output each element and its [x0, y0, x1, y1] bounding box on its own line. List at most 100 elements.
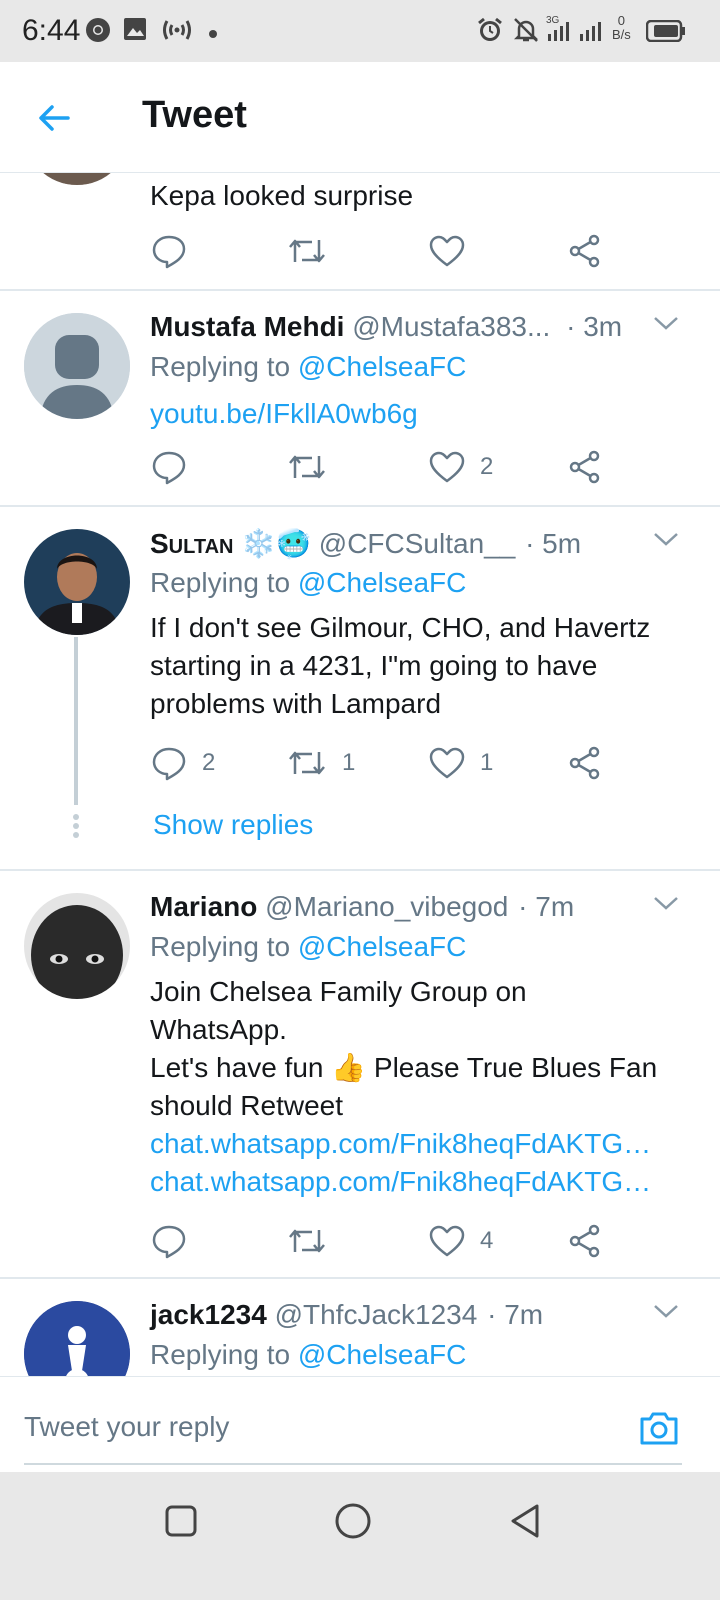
- retweet-count: 1: [342, 749, 356, 776]
- heart-icon: [429, 235, 465, 267]
- tweet-item[interactable]: jack1234 @ThfcJack1234 · 7m Replying to …: [0, 1279, 720, 1376]
- tweet-time: · 7m: [487, 1299, 544, 1330]
- user-name[interactable]: Sultan: [150, 528, 233, 559]
- tweet-item[interactable]: Mustafa Mehdi @Mustafa383... · 3m Replyi…: [0, 291, 720, 507]
- like-button[interactable]: [428, 231, 466, 271]
- share-button[interactable]: [566, 743, 604, 783]
- heart-icon: [429, 747, 465, 779]
- chevron-down-icon[interactable]: [652, 893, 680, 918]
- like-button[interactable]: 4: [428, 1221, 493, 1261]
- retweet-icon: [289, 239, 325, 263]
- tweet-link[interactable]: chat.whatsapp.com/Fnik8heqFdAKTG…: [150, 1125, 690, 1163]
- alarm-icon: [476, 16, 504, 49]
- tweet-header: Mustafa Mehdi @Mustafa383... · 3m: [150, 311, 622, 343]
- name-emoji: ❄️🥶: [241, 528, 311, 559]
- chevron-down-icon[interactable]: [652, 1301, 680, 1326]
- reply-icon: [152, 451, 186, 485]
- avatar[interactable]: [24, 313, 130, 419]
- reply-button[interactable]: [150, 231, 188, 271]
- tweet-actions: [150, 231, 620, 271]
- recents-icon[interactable]: [164, 1504, 198, 1543]
- like-button[interactable]: 1: [428, 743, 493, 783]
- mention-link[interactable]: @ChelseaFC: [298, 567, 466, 598]
- chevron-down-icon[interactable]: [652, 313, 680, 338]
- camera-icon[interactable]: [638, 1409, 680, 1452]
- mention-link[interactable]: @ChelseaFC: [298, 351, 466, 382]
- user-handle[interactable]: @CFCSultan__: [319, 528, 516, 559]
- avatar[interactable]: [24, 893, 130, 999]
- avatar[interactable]: [24, 1301, 130, 1376]
- tweet-time: · 3m: [566, 311, 623, 342]
- tweet-text-line: starting in a 4231, I"m going to have: [150, 650, 598, 681]
- show-replies-link[interactable]: Show replies: [153, 809, 313, 841]
- net-speed: 0 B/s: [612, 14, 631, 42]
- tweet-item[interactable]: Mariano @Mariano_vibegod · 7m Replying t…: [0, 871, 720, 1279]
- reply-icon: [152, 1225, 186, 1259]
- tweet-link[interactable]: youtu.be/IFkllA0wb6g: [150, 398, 418, 429]
- tweet-item[interactable]: Kepa looked surprise: [0, 173, 720, 291]
- share-button[interactable]: [566, 1221, 604, 1261]
- tweet-text-line: should Retweet: [150, 1090, 344, 1121]
- tweet-text: Kepa looked surprise: [150, 180, 414, 211]
- system-nav-bar: [0, 1472, 720, 1600]
- tweet-text-line: Let's have fun 👍 Please True Blues Fan: [150, 1049, 690, 1087]
- retweet-button[interactable]: [286, 231, 328, 271]
- back-arrow-icon[interactable]: [34, 98, 74, 143]
- reply-button[interactable]: [150, 1221, 188, 1261]
- avatar[interactable]: [24, 529, 130, 635]
- retweet-button[interactable]: 1: [286, 743, 355, 783]
- replying-prefix: Replying to: [150, 567, 298, 598]
- mute-icon: [512, 16, 540, 49]
- dot-icon: [208, 26, 218, 44]
- share-icon: [569, 234, 600, 268]
- reply-button[interactable]: 2: [150, 743, 215, 783]
- user-handle[interactable]: @Mariano_vibegod: [265, 891, 508, 922]
- reply-button[interactable]: [150, 447, 188, 487]
- net-speed-value: 0: [617, 13, 626, 28]
- retweet-button[interactable]: [286, 1221, 328, 1261]
- chevron-down-icon[interactable]: [652, 529, 680, 554]
- thumbs-up-emoji: 👍: [331, 1052, 367, 1083]
- avatar[interactable]: [24, 173, 130, 185]
- back-icon[interactable]: [508, 1502, 542, 1545]
- replying-prefix: Replying to: [150, 1339, 298, 1370]
- thread-line: [74, 637, 78, 805]
- retweet-button[interactable]: [286, 447, 328, 487]
- tweet-item[interactable]: Sultan ❄️🥶 @CFCSultan__ · 5m Replying to…: [0, 507, 720, 871]
- replying-to: Replying to @ChelseaFC: [150, 351, 466, 383]
- replying-prefix: Replying to: [150, 351, 298, 382]
- tweet-text: Join Chelsea Family Group on WhatsApp. L…: [150, 973, 690, 1201]
- wireless-icon: [160, 16, 194, 49]
- replying-to: Replying to @ChelseaFC: [150, 1339, 466, 1371]
- tweet-text-segment: Please True Blues Fan: [366, 1052, 658, 1083]
- tweet-link[interactable]: chat.whatsapp.com/Fnik8heqFdAKTG…: [150, 1163, 690, 1201]
- tweet-header: Sultan ❄️🥶 @CFCSultan__ · 5m: [150, 527, 581, 560]
- tweet-feed[interactable]: Kepa looked surprise Mustafa Mehdi @Must…: [0, 173, 720, 1376]
- input-underline: [24, 1463, 682, 1465]
- reply-composer[interactable]: Tweet your reply: [0, 1376, 720, 1473]
- tweet-actions: 2 1 1: [150, 743, 620, 783]
- share-button[interactable]: [566, 447, 604, 487]
- tweet-text: If I don't see Gilmour, CHO, and Havertz…: [150, 609, 690, 723]
- mention-link[interactable]: @ChelseaFC: [298, 1339, 466, 1370]
- user-name[interactable]: Mariano: [150, 891, 257, 922]
- home-icon[interactable]: [334, 1502, 372, 1545]
- user-name[interactable]: jack1234: [150, 1299, 267, 1330]
- user-handle[interactable]: @ThfcJack1234: [275, 1299, 478, 1330]
- more-dots-icon: [72, 813, 80, 844]
- tweet-text-line: WhatsApp.: [150, 1014, 287, 1045]
- replying-to: Replying to @ChelseaFC: [150, 931, 466, 963]
- reply-input[interactable]: Tweet your reply: [24, 1411, 229, 1443]
- battery-icon: [645, 19, 686, 47]
- user-handle[interactable]: @Mustafa383...: [352, 311, 550, 342]
- retweet-icon: [289, 751, 325, 775]
- app-header: Tweet: [0, 62, 720, 173]
- like-button[interactable]: 2: [428, 447, 493, 487]
- user-name[interactable]: Mustafa Mehdi: [150, 311, 344, 342]
- share-button[interactable]: [566, 231, 604, 271]
- mention-link[interactable]: @ChelseaFC: [298, 931, 466, 962]
- share-icon: [569, 450, 600, 484]
- net-speed-unit: B/s: [612, 27, 631, 42]
- chrome-icon: [84, 16, 112, 49]
- tweet-text-line: problems with Lampard: [150, 688, 442, 719]
